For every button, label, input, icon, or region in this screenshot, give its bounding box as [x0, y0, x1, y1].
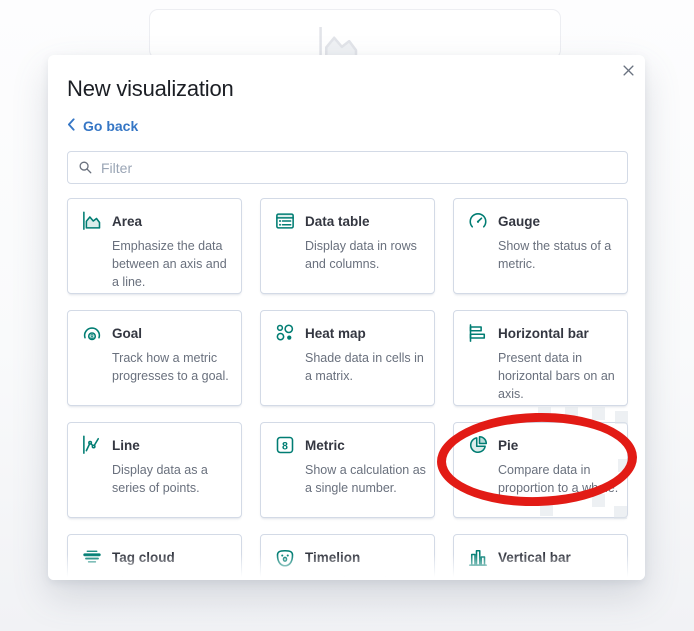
svg-text:8: 8 [282, 440, 288, 452]
vis-type-title: Vertical bar [498, 549, 571, 565]
checker-square [618, 459, 631, 472]
vertical-bar-icon [468, 547, 488, 567]
vis-type-title: Timelion [305, 549, 361, 565]
metric-icon: 8 [275, 435, 295, 455]
vis-type-title: Pie [498, 437, 519, 453]
vis-type-card-heat-map[interactable]: Heat map Shade data in cells in a matrix… [260, 310, 435, 406]
gauge-icon [468, 211, 488, 231]
checker-square [592, 494, 605, 507]
go-back-link[interactable]: Go back [67, 118, 138, 134]
vis-type-card-timelion[interactable]: Timelion Show time series data on a grap… [260, 534, 435, 580]
vis-type-card-horizontal-bar[interactable]: Horizontal bar Present data in horizonta… [453, 310, 628, 406]
checker-square [615, 411, 628, 424]
vis-type-title: Tag cloud [112, 549, 175, 565]
vis-type-card-data-table[interactable]: Data table Display data in rows and colu… [260, 198, 435, 294]
vis-type-card-goal[interactable]: 8 Goal Track how a metric progresses to … [67, 310, 242, 406]
checker-square [565, 407, 578, 420]
vis-type-title: Metric [305, 437, 345, 453]
filter-input[interactable] [101, 159, 617, 176]
vis-type-description: Show a calculation as a single number. [305, 463, 426, 495]
vis-type-description: Compare data in proportion to a whole. [498, 463, 619, 495]
checker-square [614, 506, 627, 519]
timelion-icon [275, 547, 295, 567]
chevron-left-icon [67, 118, 76, 134]
page-title: New visualization [67, 76, 234, 101]
vis-type-title: Horizontal bar [498, 325, 589, 341]
vis-type-title: Gauge [498, 213, 541, 229]
vis-type-card-line[interactable]: Line Display data as a series of points. [67, 422, 242, 518]
vis-type-title: Line [112, 437, 140, 453]
search-icon [78, 160, 93, 175]
vis-type-card-gauge[interactable]: Gauge Show the status of a metric. [453, 198, 628, 294]
line-icon [82, 435, 102, 455]
vis-type-description: Present data in vertical bars on an axis… [498, 573, 619, 580]
vis-type-title: Heat map [305, 325, 366, 341]
vis-type-description: Present data in horizontal bars on an ax… [498, 351, 615, 401]
goal-icon: 8 [82, 323, 102, 343]
vis-type-description: Show time series data on a graph. [305, 573, 426, 580]
vis-type-description: Shade data in cells in a matrix. [305, 351, 424, 383]
vis-type-title: Area [112, 213, 143, 229]
close-icon[interactable] [619, 61, 637, 79]
data-table-icon [275, 211, 295, 231]
vis-type-card-vertical-bar[interactable]: Vertical bar Present data in vertical ba… [453, 534, 628, 580]
visualization-type-grid: Area Emphasize the data between an axis … [67, 198, 628, 580]
vis-type-title: Data table [305, 213, 370, 229]
svg-text:8: 8 [90, 334, 94, 341]
area-icon [82, 211, 102, 231]
vis-type-description: Track how a metric progresses to a goal. [112, 351, 229, 383]
vis-type-card-area[interactable]: Area Emphasize the data between an axis … [67, 198, 242, 294]
heatmap-icon [275, 323, 295, 343]
pie-icon [468, 435, 488, 455]
checker-square [538, 407, 551, 420]
vis-type-description: Display data as a series of points. [112, 463, 208, 495]
vis-type-card-metric[interactable]: 8 Metric Show a calculation as a single … [260, 422, 435, 518]
vis-type-description: Show the status of a metric. [498, 239, 612, 271]
tag-cloud-icon [82, 547, 102, 567]
vis-type-title: Goal [112, 325, 143, 341]
go-back-label: Go back [83, 118, 139, 134]
checker-square [592, 407, 605, 420]
checker-square [540, 503, 553, 516]
vis-type-description: Display data in rows and columns. [305, 239, 417, 271]
new-visualization-modal: New visualization Go back Area Emphasize… [48, 55, 645, 580]
vis-type-description: Emphasize the data between an axis and a… [112, 239, 227, 289]
vis-type-description: Display word frequency with font size. [112, 573, 233, 580]
horizontal-bar-icon [468, 323, 488, 343]
vis-type-card-tag-cloud[interactable]: Tag cloud Display word frequency with fo… [67, 534, 242, 580]
filter-field [67, 151, 628, 184]
